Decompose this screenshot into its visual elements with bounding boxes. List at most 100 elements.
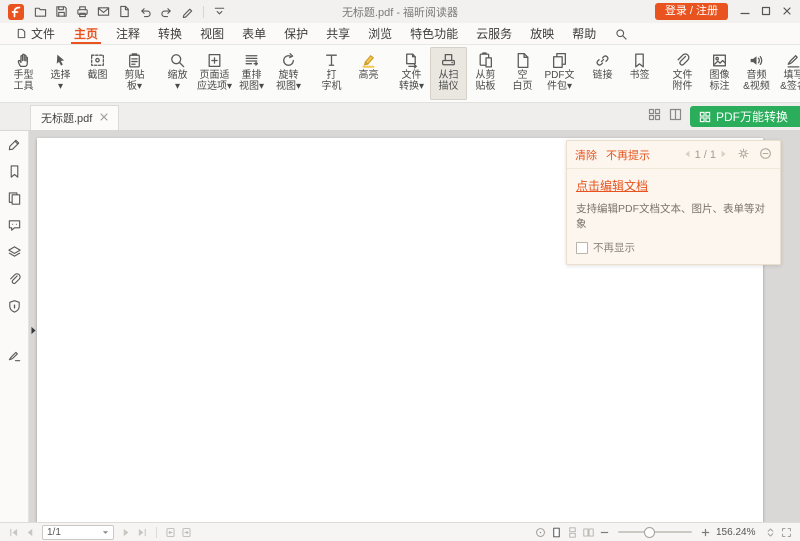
sidebar-pages[interactable] <box>4 191 24 206</box>
titlebar: 无标题.pdf - 福昕阅读器 登录 / 注册 <box>0 0 800 23</box>
tip-settings-gear-icon[interactable] <box>737 147 750 163</box>
next-view-button[interactable] <box>181 527 192 538</box>
document-area[interactable]: 清除 不再提示 1 / 1 点击编辑文档 支持编辑PDF文档文本、图片、表单等对… <box>29 131 800 522</box>
zoom-in-button[interactable] <box>700 527 711 538</box>
open-file-button[interactable] <box>31 2 50 21</box>
menu-presentation[interactable]: 放映 <box>521 23 563 44</box>
sidebar-layers[interactable] <box>4 245 24 260</box>
sidebar-bookmarks[interactable] <box>4 164 24 179</box>
export-button[interactable] <box>115 2 134 21</box>
foxit-logo-icon <box>8 4 24 20</box>
prev-page-button[interactable] <box>24 527 35 538</box>
tool-bookmark[interactable]: 书签 <box>621 47 658 100</box>
tool-paste-page[interactable]: 从剪 贴板 <box>467 47 504 100</box>
menu-form[interactable]: 表单 <box>233 23 275 44</box>
navigation-sidebar <box>0 131 29 522</box>
document-tab[interactable]: 无标题.pdf <box>30 105 119 130</box>
tool-convert[interactable]: 文件 转换▾ <box>393 47 430 100</box>
tool-highlight[interactable]: 高亮 <box>350 47 387 100</box>
edit-document-link[interactable]: 点击编辑文档 <box>576 179 648 193</box>
quick-edit-button[interactable] <box>178 2 197 21</box>
tool-scanner[interactable]: 从扫 描仪 <box>430 47 467 100</box>
fill-sign-icon <box>785 50 800 70</box>
sidebar-attachments[interactable] <box>4 272 24 287</box>
facing-view-button[interactable] <box>583 527 594 538</box>
menu-view[interactable]: 视图 <box>191 23 233 44</box>
tip-pager: 1 / 1 <box>695 149 716 161</box>
zoom-out-button[interactable] <box>599 527 610 538</box>
tip-next-icon[interactable] <box>720 149 728 161</box>
sidebar-comments[interactable] <box>4 218 24 233</box>
dont-show-checkbox[interactable] <box>576 242 588 254</box>
image-annotation-icon <box>711 50 728 70</box>
actual-size-button[interactable] <box>535 527 546 538</box>
menu-help[interactable]: 帮助 <box>563 23 605 44</box>
sidebar-security[interactable] <box>4 299 24 314</box>
tool-hand[interactable]: 手型 工具 <box>5 47 42 100</box>
menu-protect[interactable]: 保护 <box>275 23 317 44</box>
minimize-button[interactable] <box>740 5 750 19</box>
menu-comment[interactable]: 注释 <box>107 23 149 44</box>
tool-reflow[interactable]: 重排 视图▾ <box>233 47 270 100</box>
tool-fit-page[interactable]: 页面适 应选项▾ <box>196 47 233 100</box>
menu-share[interactable]: 共享 <box>317 23 359 44</box>
dont-remind-link[interactable]: 不再提示 <box>606 147 650 163</box>
tool-select[interactable]: 选择 ▾ <box>42 47 79 100</box>
menu-special-features[interactable]: 特色功能 <box>401 23 467 44</box>
page-number-box[interactable]: 1/1 <box>42 525 114 540</box>
search-icon[interactable] <box>607 23 635 44</box>
grid-view-icon[interactable] <box>648 108 661 124</box>
tab-close-icon[interactable] <box>100 112 108 124</box>
clear-link[interactable]: 清除 <box>575 147 597 163</box>
tip-prev-icon[interactable] <box>683 149 691 161</box>
menu-convert[interactable]: 转换 <box>149 23 191 44</box>
tool-snapshot[interactable]: 截图 <box>79 47 116 100</box>
typewriter-icon <box>323 50 340 70</box>
tool-blank-page[interactable]: 空 白页 <box>504 47 541 100</box>
single-page-view-button[interactable] <box>551 527 562 538</box>
redo-button[interactable] <box>157 2 176 21</box>
clipboard-icon <box>126 50 143 70</box>
menu-home[interactable]: 主页 <box>65 23 107 44</box>
customize-toolbar-chevron-icon[interactable] <box>210 2 229 21</box>
sidebar-expand-handle[interactable] <box>29 319 38 341</box>
email-button[interactable] <box>94 2 113 21</box>
convert-icon <box>403 50 420 70</box>
first-page-button[interactable] <box>8 527 19 538</box>
undo-button[interactable] <box>136 2 155 21</box>
tool-link[interactable]: 链接 <box>584 47 621 100</box>
close-button[interactable] <box>782 5 792 19</box>
tool-typewriter[interactable]: 打 字机 <box>313 47 350 100</box>
tool-attachment[interactable]: 文件 附件 <box>664 47 701 100</box>
blank-page-icon <box>514 50 531 70</box>
sidebar-edit[interactable] <box>4 137 24 152</box>
previous-view-button[interactable] <box>165 527 176 538</box>
menu-file[interactable]: 文件 <box>6 23 65 44</box>
scroll-mode-icon[interactable] <box>765 527 776 538</box>
tool-audio-video[interactable]: 音频 &视频 <box>738 47 775 100</box>
rotate-icon <box>280 50 297 70</box>
menu-cloud-service[interactable]: 云服务 <box>467 23 521 44</box>
maximize-button[interactable] <box>761 5 771 19</box>
tool-image-annotation[interactable]: 图像 标注 <box>701 47 738 100</box>
fullscreen-icon[interactable] <box>781 527 792 538</box>
hand-icon <box>15 50 32 70</box>
login-register-button[interactable]: 登录 / 注册 <box>655 3 728 20</box>
tool-rotate[interactable]: 旋转 视图▾ <box>270 47 307 100</box>
sidebar-signature[interactable] <box>4 348 24 363</box>
menu-browse[interactable]: 浏览 <box>359 23 401 44</box>
continuous-view-button[interactable] <box>567 527 578 538</box>
last-page-button[interactable] <box>137 527 148 538</box>
pdf-convert-button[interactable]: PDF万能转换 <box>690 106 800 127</box>
next-page-button[interactable] <box>121 527 132 538</box>
save-button[interactable] <box>52 2 71 21</box>
page-panel-icon[interactable] <box>669 108 682 124</box>
bookmark-icon <box>631 50 648 70</box>
link-icon <box>594 50 611 70</box>
tool-fill-sign[interactable]: 填写 &签名 <box>775 47 800 100</box>
tool-portfolio[interactable]: PDF文 件包▾ <box>541 47 578 100</box>
tool-zoom[interactable]: 缩放 ▾ <box>159 47 196 100</box>
tip-minimize-icon[interactable] <box>759 147 772 163</box>
print-button[interactable] <box>73 2 92 21</box>
tool-clipboard[interactable]: 剪贴 板▾ <box>116 47 153 100</box>
